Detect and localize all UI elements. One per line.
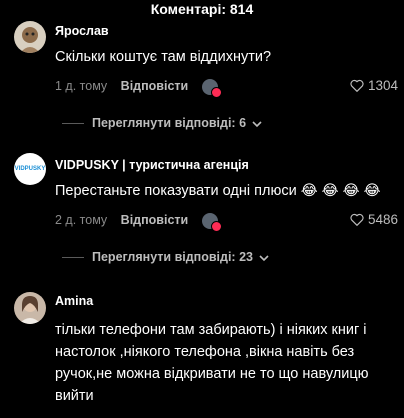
avatar[interactable] [14,21,46,53]
comment-meta: 1 д. тому Відповісти [55,77,222,98]
comment-author[interactable]: VIDPUSKY | туристична агенція [55,158,249,172]
chevron-down-icon [252,121,262,128]
heart-icon [350,79,364,92]
comment-text: Скільки коштує там віддихнути? [55,49,272,65]
divider-line [62,257,84,259]
comment-text: тільки телефони там забирають) і ніяких … [55,322,369,404]
heart-icon [350,213,364,226]
comment-author[interactable]: Amina [55,294,93,308]
comments-count-title: Коментарі: 814 [150,1,254,17]
creator-liked-avatar [201,78,222,98]
view-replies-label: Переглянути відповіді: 23 [92,250,253,264]
like-count: 1304 [367,78,398,93]
avatar[interactable] [14,292,46,324]
divider-line [62,123,84,125]
view-replies-button[interactable]: Переглянути відповіді: 23 [62,248,269,266]
avatar[interactable]: VIDPUSKY [14,153,46,185]
creator-liked-avatar [201,212,222,232]
view-replies-label: Переглянути відповіді: 6 [92,116,247,130]
like-button[interactable]: 1304 [350,77,398,95]
vidpusky-logo: VIDPUSKY [14,166,46,172]
reply-button[interactable]: Відповісти [121,79,189,93]
comment-time: 2 д. тому [55,213,108,227]
creator-heart-badge [210,86,222,98]
like-button[interactable]: 5486 [350,211,398,229]
reply-button[interactable]: Відповісти [121,213,189,227]
comment-meta: 2 д. тому Відповісти [55,211,222,232]
creator-heart-badge [210,220,222,232]
comment-text: Перестаньте показувати одні плюси 😂 😂 😂 … [55,183,381,199]
comment-time: 1 д. тому [55,79,108,93]
like-count: 5486 [367,212,398,227]
view-replies-button[interactable]: Переглянути відповіді: 6 [62,114,262,132]
comment-author[interactable]: Ярослав [55,24,109,38]
chevron-down-icon [259,255,269,262]
